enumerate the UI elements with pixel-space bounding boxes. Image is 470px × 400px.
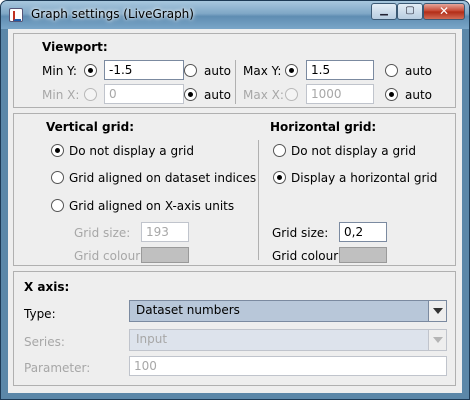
horizontal-grid-option-0-radio[interactable] <box>273 144 286 157</box>
x-axis-type-label: Type: <box>24 307 56 321</box>
max-x-label: Max X: <box>243 88 284 102</box>
viewport-divider <box>235 60 236 104</box>
grid-divider <box>258 140 259 260</box>
vertical-grid-colour-swatch[interactable] <box>141 247 189 263</box>
horizontal-grid-colour-label: Grid colour: <box>272 249 342 263</box>
window-title: Graph settings (LiveGraph) <box>31 7 194 21</box>
vertical-grid-colour-label: Grid colour: <box>74 249 144 263</box>
min-y-auto-radio[interactable] <box>184 64 197 77</box>
max-y-value-radio[interactable] <box>285 64 298 77</box>
max-x-value-radio[interactable] <box>285 88 298 101</box>
max-x-input[interactable]: 1000 <box>306 84 374 104</box>
horizontal-grid-option-1-radio[interactable] <box>273 171 286 184</box>
x-axis-series-dropdown[interactable]: Input <box>129 329 447 351</box>
max-y-auto-radio[interactable] <box>385 64 398 77</box>
chevron-down-icon[interactable] <box>428 301 446 321</box>
x-axis-series-value: Input <box>136 332 168 346</box>
min-y-value-radio[interactable] <box>84 64 97 77</box>
horizontal-grid-option-0-label[interactable]: Do not display a grid <box>291 144 416 158</box>
close-button[interactable]: ✕ <box>423 3 465 20</box>
x-axis-type-dropdown[interactable]: Dataset numbers <box>129 300 447 322</box>
max-y-input[interactable]: 1.5 <box>306 60 374 80</box>
vertical-grid-option-2-label[interactable]: Grid aligned on X-axis units <box>69 199 234 213</box>
x-axis-series-label: Series: <box>24 335 65 349</box>
grid-panel: Vertical grid: Do not display a grid Gri… <box>13 113 456 266</box>
horizontal-grid-size-label: Grid size: <box>272 226 329 240</box>
vertical-grid-option-0-label[interactable]: Do not display a grid <box>69 144 194 158</box>
viewport-panel: Viewport: Min Y: -1.5 auto Min X: 0 auto… <box>13 33 456 108</box>
min-x-label: Min X: <box>42 88 80 102</box>
vertical-grid-option-1-radio[interactable] <box>51 171 64 184</box>
x-axis-parameter-input[interactable]: 100 <box>129 356 447 376</box>
vertical-grid-option-0-radio[interactable] <box>51 144 64 157</box>
horizontal-grid-size-input[interactable]: 0,2 <box>339 222 387 242</box>
min-y-auto-label: auto <box>204 64 232 78</box>
java-app-icon <box>9 8 23 22</box>
max-x-auto-label: auto <box>405 88 433 102</box>
max-y-auto-label: auto <box>405 64 433 78</box>
dialog-content: Viewport: Min Y: -1.5 auto Min X: 0 auto… <box>8 29 462 393</box>
x-axis-heading: X axis: <box>24 280 70 294</box>
min-y-input[interactable]: -1.5 <box>104 60 184 80</box>
title-bar[interactable]: Graph settings (LiveGraph) ▁ ▢ ✕ <box>1 1 469 29</box>
min-x-auto-radio[interactable] <box>184 88 197 101</box>
viewport-heading: Viewport: <box>42 40 108 54</box>
minimize-button[interactable]: ▁ <box>371 3 397 20</box>
vertical-grid-option-2-radio[interactable] <box>51 199 64 212</box>
dialog-window: Graph settings (LiveGraph) ▁ ▢ ✕ Viewpor… <box>0 0 470 400</box>
maximize-button[interactable]: ▢ <box>397 3 423 20</box>
max-y-label: Max Y: <box>243 64 282 78</box>
min-x-value-radio[interactable] <box>84 88 97 101</box>
min-x-auto-label: auto <box>204 88 232 102</box>
horizontal-grid-heading: Horizontal grid: <box>270 120 377 134</box>
min-x-input[interactable]: 0 <box>104 84 184 104</box>
vertical-grid-size-label: Grid size: <box>74 226 131 240</box>
chevron-down-icon[interactable] <box>428 330 446 350</box>
vertical-grid-size-input[interactable]: 193 <box>141 222 189 242</box>
x-axis-panel: X axis: Type: Dataset numbers Series: In… <box>13 271 456 386</box>
x-axis-type-value: Dataset numbers <box>136 303 240 317</box>
horizontal-grid-colour-swatch[interactable] <box>339 247 387 263</box>
max-x-auto-radio[interactable] <box>385 88 398 101</box>
vertical-grid-heading: Vertical grid: <box>46 120 135 134</box>
vertical-grid-option-1-label[interactable]: Grid aligned on dataset indices <box>69 171 256 185</box>
horizontal-grid-option-1-label[interactable]: Display a horizontal grid <box>291 171 437 185</box>
min-y-label: Min Y: <box>42 64 77 78</box>
x-axis-parameter-label: Parameter: <box>24 361 91 375</box>
